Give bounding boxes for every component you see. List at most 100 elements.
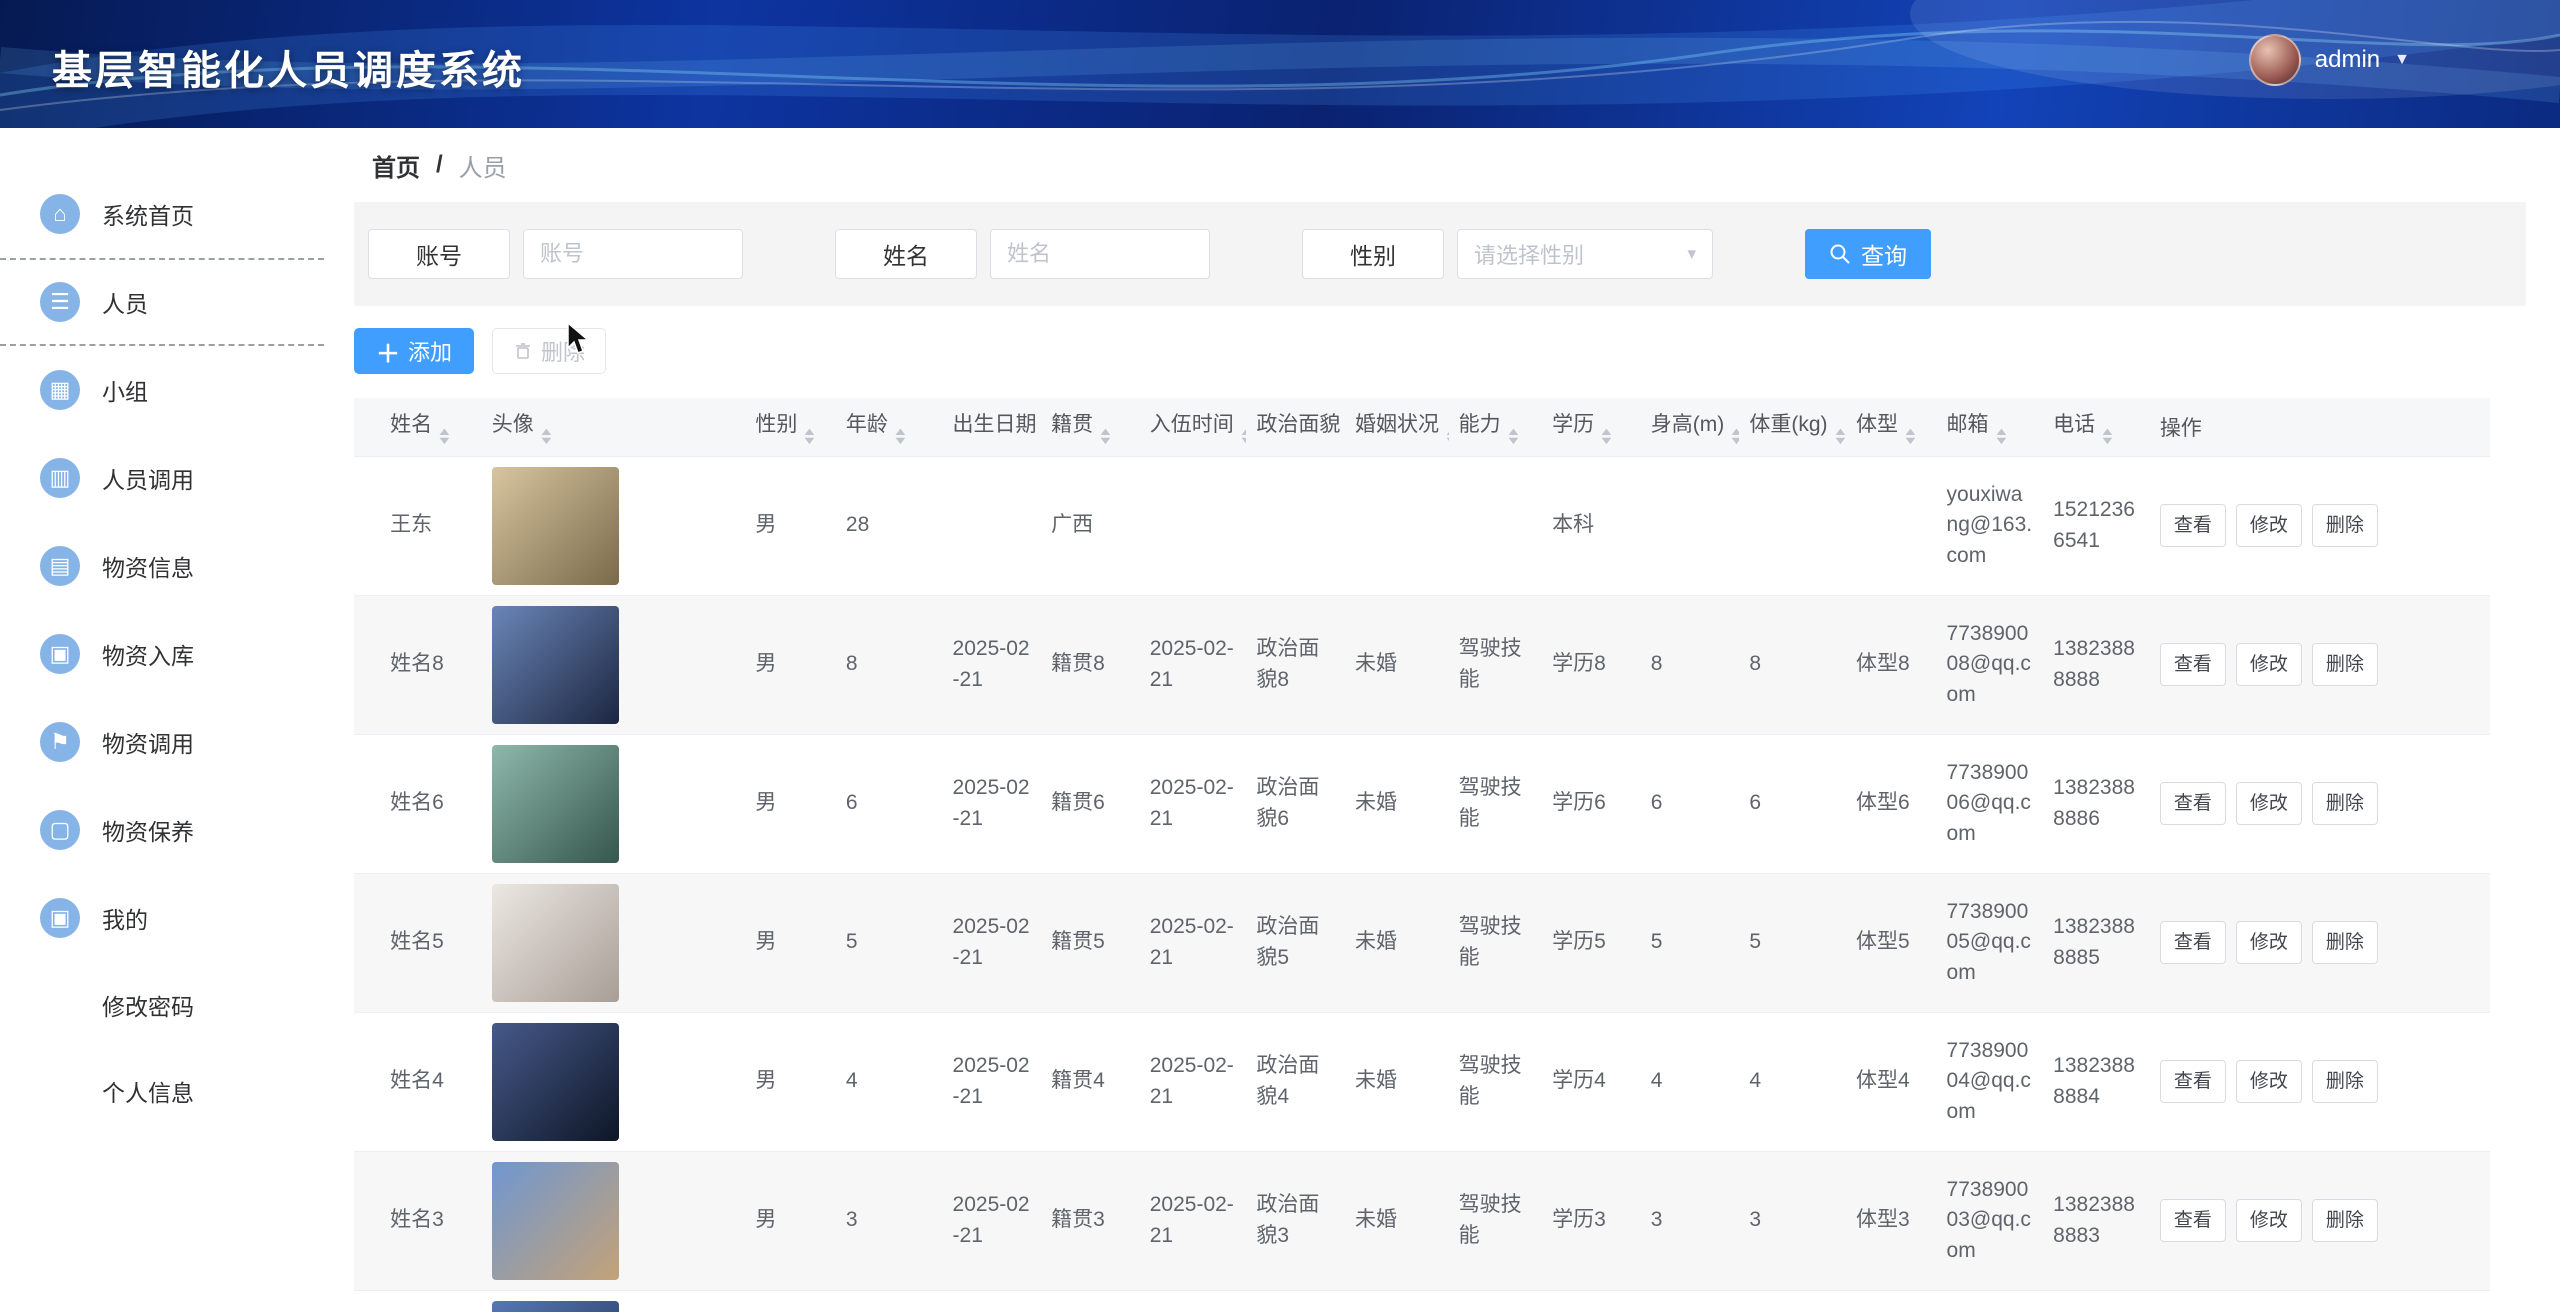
column-header[interactable]: 能力▲▼ [1449, 398, 1543, 456]
cell-age: 8 [836, 595, 943, 734]
column-header[interactable]: 电话▲▼ [2043, 398, 2150, 456]
sort-carets: ▲▼ [1241, 428, 1247, 446]
column-header[interactable]: 姓名▲▼ [380, 398, 482, 456]
account-input[interactable] [523, 229, 743, 279]
user-menu[interactable]: admin ▼ [2249, 34, 2410, 86]
column-header[interactable]: 出生日期▲▼ [943, 398, 1042, 456]
flag-icon: ⚑ [40, 722, 80, 762]
sidebar-item-personnel[interactable]: ☰人员 [0, 258, 324, 346]
action-delete-button[interactable]: 删除 [2312, 921, 2378, 965]
sort-desc-icon[interactable]: ▼ [1505, 437, 1521, 446]
sidebar-subitem[interactable]: 个人信息 [0, 1048, 324, 1134]
sidebar-item-material-maintain[interactable]: ▢物资保养 [0, 786, 324, 874]
action-edit-button[interactable]: 修改 [2236, 921, 2302, 965]
sort-desc-icon[interactable]: ▼ [802, 437, 818, 446]
action-edit-button[interactable]: 修改 [2236, 1199, 2302, 1243]
action-delete-button[interactable]: 删除 [2312, 1060, 2378, 1104]
column-label: 学历 [1552, 413, 1594, 436]
cell-ability: 驾驶技能 [1449, 1012, 1543, 1151]
sort-carets: ▲▼ [1446, 428, 1449, 446]
column-header[interactable]: 籍贯▲▼ [1041, 398, 1140, 456]
add-button[interactable]: ＋ 添加 [354, 328, 474, 374]
cell-political: 政治面貌2 [1246, 1290, 1345, 1312]
breadcrumb-home[interactable]: 首页 [372, 148, 420, 183]
sidebar-item-group[interactable]: ▦小组 [0, 346, 324, 434]
sort-desc-icon[interactable]: ▼ [538, 437, 554, 446]
column-header[interactable]: 邮箱▲▼ [1937, 398, 2044, 456]
cell-birth: 2025-02-21 [943, 595, 1042, 734]
column-header[interactable]: 年龄▲▼ [836, 398, 943, 456]
cell-age: 5 [836, 873, 943, 1012]
cell-native: 籍贯2 [1041, 1290, 1140, 1312]
table-row: 姓名6男62025-02-21籍贯62025-02-21政治面貌6未婚驾驶技能学… [354, 734, 2490, 873]
action-view-button[interactable]: 查看 [2160, 921, 2226, 965]
column-header[interactable]: 体型▲▼ [1846, 398, 1937, 456]
action-view-button[interactable]: 查看 [2160, 782, 2226, 826]
column-header[interactable]: 性别▲▼ [745, 398, 836, 456]
sort-desc-icon[interactable]: ▼ [1238, 437, 1246, 446]
action-edit-button[interactable]: 修改 [2236, 782, 2302, 826]
sort-desc-icon[interactable]: ▼ [1598, 437, 1614, 446]
column-header[interactable]: 学历 ▲▼ [1542, 398, 1641, 456]
delete-button[interactable]: 删除 [492, 328, 606, 374]
cell-birth: 2025-02-21 [943, 1151, 1042, 1290]
action-edit-button[interactable]: 修改 [2236, 1060, 2302, 1104]
cell-education: 学历4 [1542, 1012, 1641, 1151]
action-delete-button[interactable]: 删除 [2312, 504, 2378, 548]
column-label: 体重(kg) [1749, 413, 1827, 436]
user-avatar[interactable] [2249, 34, 2301, 86]
table-header-row: 姓名▲▼头像▲▼性别▲▼年龄▲▼出生日期▲▼籍贯▲▼入伍时间▲▼政治面貌▲▼婚姻… [354, 398, 2490, 456]
sort-desc-icon[interactable]: ▼ [1097, 437, 1113, 446]
sort-carets: ▲▼ [1601, 428, 1612, 446]
query-button[interactable]: 查询 [1805, 229, 1931, 279]
action-view-button[interactable]: 查看 [2160, 504, 2226, 548]
name-input[interactable] [990, 229, 1210, 279]
sort-carets: ▲▼ [804, 428, 815, 446]
sidebar-subitem[interactable]: 修改密码 [0, 962, 324, 1048]
chevron-down-icon: ▾ [1687, 244, 1696, 264]
action-delete-button[interactable]: 删除 [2312, 643, 2378, 687]
sidebar-item-mine[interactable]: ▣我的 [0, 874, 324, 962]
column-header[interactable]: 婚姻状况▲▼ [1345, 398, 1449, 456]
gender-select[interactable]: 请选择性别 ▾ [1457, 229, 1713, 279]
cell-email: 773890005@qq.com [1937, 873, 2044, 1012]
sidebar-item-material-call[interactable]: ⚑物资调用 [0, 698, 324, 786]
cell-height [1641, 456, 1740, 595]
sort-desc-icon[interactable]: ▼ [1902, 437, 1918, 446]
sidebar-item-material-info[interactable]: ▤物资信息 [0, 522, 324, 610]
sort-desc-icon[interactable]: ▼ [436, 437, 452, 446]
sidebar-item-personnel-call[interactable]: ▥人员调用 [0, 434, 324, 522]
row-avatar [492, 1301, 619, 1312]
page-title: 基层智能化人员调度系统 [52, 38, 525, 96]
action-delete-button[interactable]: 删除 [2312, 782, 2378, 826]
cell-political: 政治面貌4 [1246, 1012, 1345, 1151]
sort-desc-icon[interactable]: ▼ [1443, 437, 1448, 446]
column-header[interactable]: 头像▲▼ [482, 398, 746, 456]
add-button-label: 添加 [408, 335, 452, 367]
action-view-button[interactable]: 查看 [2160, 643, 2226, 687]
column-header[interactable]: 身高(m)▲▼ [1641, 398, 1740, 456]
cell-ability: 驾驶技能 [1449, 734, 1543, 873]
cell-actions: 查看修改删除 [2150, 734, 2490, 873]
sidebar-item-home[interactable]: ⌂系统首页 [0, 170, 324, 258]
column-header[interactable]: 政治面貌▲▼ [1246, 398, 1345, 456]
sort-desc-icon[interactable]: ▼ [1993, 437, 2009, 446]
sort-desc-icon[interactable]: ▼ [1729, 437, 1740, 446]
sidebar-item-label: 人员调用 [102, 461, 194, 495]
column-header[interactable]: 体重(kg)▲▼ [1739, 398, 1846, 456]
column-header[interactable]: 入伍时间▲▼ [1140, 398, 1247, 456]
cell-enlist: 2025-02-21 [1140, 1290, 1247, 1312]
action-edit-button[interactable]: 修改 [2236, 643, 2302, 687]
sort-desc-icon[interactable]: ▼ [1832, 437, 1846, 446]
action-view-button[interactable]: 查看 [2160, 1199, 2226, 1243]
action-edit-button[interactable]: 修改 [2236, 504, 2302, 548]
sort-desc-icon[interactable]: ▼ [892, 437, 908, 446]
action-delete-button[interactable]: 删除 [2312, 1199, 2378, 1243]
cell-weight: 8 [1739, 595, 1846, 734]
row-avatar [492, 467, 619, 585]
sort-desc-icon[interactable]: ▼ [2099, 437, 2115, 446]
column-label: 姓名 [390, 413, 432, 436]
sidebar-item-material-inbound[interactable]: ▣物资入库 [0, 610, 324, 698]
action-view-button[interactable]: 查看 [2160, 1060, 2226, 1104]
content-area: 账号 姓名 性别 请选择性别 ▾ 查询 [354, 202, 2526, 1312]
